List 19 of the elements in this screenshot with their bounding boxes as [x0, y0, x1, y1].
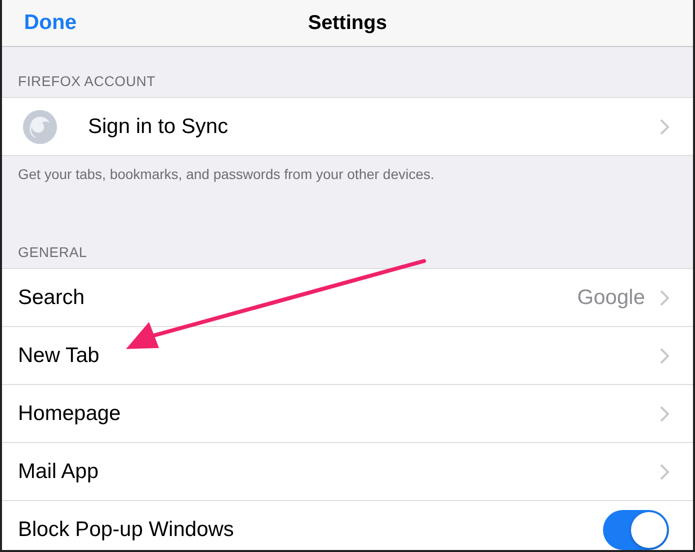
chevron-icon [659, 464, 669, 480]
chevron-icon [659, 118, 669, 134]
toggle-switch[interactable] [603, 510, 669, 550]
chevron-icon [659, 406, 669, 422]
section-header: FIREFOX ACCOUNT [17, 72, 157, 91]
section-footer: Get your tabs, bookmarks, and passwords from your other devices. [2, 156, 693, 218]
row-label: Mail App [18, 460, 100, 484]
done-button[interactable]: Done [24, 11, 76, 35]
globe-icon [22, 108, 58, 144]
chevron-icon [659, 290, 669, 306]
section-header: GENERAL [17, 243, 88, 262]
row-label: Sign in to Sync [88, 114, 230, 138]
row-label: Search [18, 286, 86, 310]
row-label: Homepage [18, 402, 122, 426]
row-value: Google [577, 286, 645, 310]
row-label: Block Pop-up Windows [18, 518, 235, 542]
nav-title: Settings [308, 12, 387, 34]
row-label: New Tab [18, 344, 100, 368]
chevron-icon [659, 348, 669, 364]
